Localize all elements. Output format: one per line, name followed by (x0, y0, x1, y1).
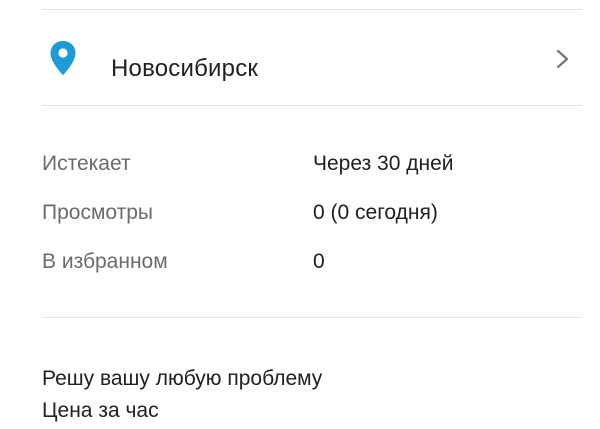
middle-divider (42, 105, 582, 106)
stat-value-expires: Через 30 дней (313, 152, 454, 175)
stat-label-expires: Истекает (42, 152, 131, 175)
map-pin-icon (50, 41, 76, 75)
description-line-2: Цена за час (42, 399, 159, 422)
chevron-right-icon (556, 49, 569, 69)
stat-value-favorites: 0 (313, 250, 325, 273)
stat-value-views: 0 (0 сегодня) (313, 201, 438, 224)
stat-label-favorites: В избранном (42, 250, 168, 273)
location-city: Новосибирск (111, 55, 259, 82)
bottom-divider (42, 317, 582, 318)
location-row[interactable]: Новосибирск (0, 10, 600, 105)
stat-label-views: Просмотры (42, 201, 153, 224)
description-line-1: Решу вашу любую проблему (42, 367, 323, 390)
